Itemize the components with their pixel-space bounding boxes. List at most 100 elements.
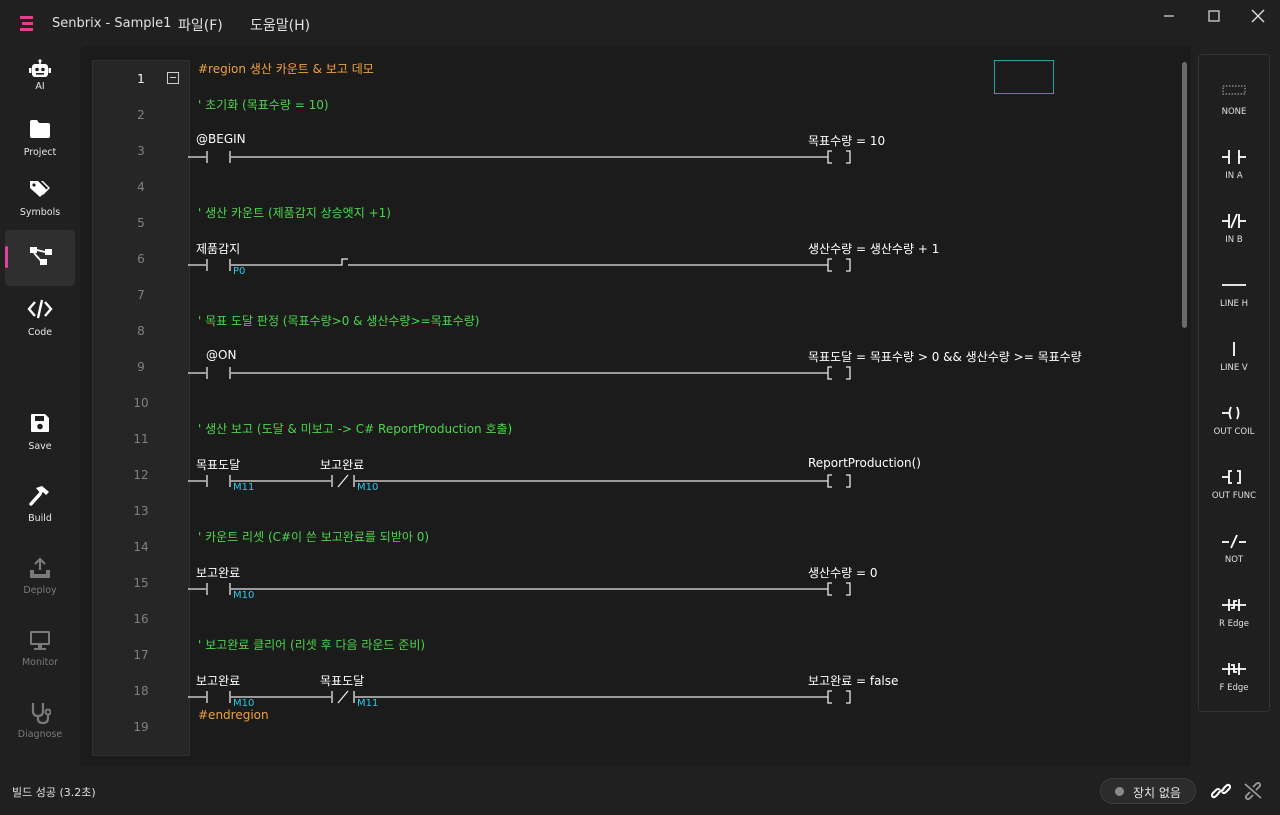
line-number: 17 [133, 648, 149, 662]
none-icon [1222, 85, 1246, 95]
not-icon [1222, 534, 1246, 549]
palette-label: IN A [1225, 171, 1243, 181]
palette-line-v[interactable]: LINE V [1199, 319, 1269, 383]
contact-address: M10 [233, 590, 255, 601]
line-number: 12 [133, 468, 149, 482]
stethoscope-icon [31, 703, 51, 725]
vertical-scrollbar[interactable] [1182, 62, 1187, 328]
window-title: Senbrix - Sample1 [52, 16, 172, 31]
output-expression[interactable]: 목표도달 = 목표수량 > 0 && 생산수량 >= 목표수량 [808, 348, 1082, 365]
line-number: 8 [137, 324, 145, 338]
contact-label[interactable]: 보고완료 [196, 672, 240, 689]
rung-comment[interactable]: ' 카운트 리셋 (C#이 쓴 보고완료를 되받아 0) [198, 528, 429, 545]
connection-dot-icon [1115, 787, 1124, 796]
line-number: 10 [133, 396, 149, 410]
status-bar: 빌드 성공 (3.2초) 장치 없음 [0, 767, 1280, 815]
palette-label: OUT FUNC [1211, 491, 1257, 501]
line-v-icon [1233, 342, 1235, 356]
sidebar-item-label: Save [28, 441, 52, 452]
line-number: 2 [137, 108, 145, 122]
robot-icon [29, 59, 51, 77]
folder-icon [30, 120, 50, 138]
line-number: 3 [137, 144, 145, 158]
link-icon[interactable] [1211, 782, 1231, 800]
line-number: 11 [133, 432, 149, 446]
rung-comment[interactable]: ' 초기화 (목표수량 = 10) [198, 96, 329, 113]
unlink-icon[interactable] [1243, 782, 1263, 800]
contact-label[interactable]: @BEGIN [196, 132, 246, 146]
sidebar-item-label: Monitor [21, 657, 59, 668]
palette-none[interactable]: NONE [1199, 63, 1269, 127]
palette-label: OUT COIL [1213, 427, 1255, 437]
contact-label[interactable]: @ON [206, 348, 236, 362]
tags-icon [30, 181, 50, 197]
ladder-canvas[interactable]: #region 생산 카운트 & 보고 데모 ' 초기화 (목표수량 = 10)… [188, 60, 1178, 754]
palette-line-h[interactable]: LINE H [1199, 255, 1269, 319]
rung-comment[interactable]: ' 생산 보고 (도달 & 미보고 -> C# ReportProduction… [198, 420, 512, 437]
line-number: 9 [137, 360, 145, 374]
sidebar-item-label: Code [27, 327, 53, 338]
line-number-gutter: 1 2 3 4 5 6 7 8 9 10 11 12 13 14 15 16 1… [92, 60, 190, 756]
palette-out-coil[interactable]: OUT COIL [1199, 383, 1269, 447]
minimize-icon[interactable] [1154, 8, 1184, 24]
contact-label[interactable]: 제품감지 [196, 240, 240, 257]
contact-label[interactable]: 목표도달 [320, 672, 364, 689]
menu-help[interactable]: 도움말(H) [250, 15, 310, 35]
sidebar-item-project[interactable]: Project [5, 110, 75, 166]
region-end: #endregion [198, 708, 269, 722]
output-expression[interactable]: 생산수량 = 생산수량 + 1 [808, 240, 939, 257]
falling-edge-icon [1222, 663, 1246, 675]
rung-comment[interactable]: ' 보고완료 클리어 (리셋 후 다음 라운드 준비) [198, 636, 425, 653]
line-number: 18 [133, 684, 149, 698]
output-expression[interactable]: ReportProduction() [808, 456, 921, 470]
line-number: 19 [133, 720, 149, 734]
palette-in-b[interactable]: IN B [1199, 191, 1269, 255]
maximize-icon[interactable] [1199, 8, 1229, 24]
rung-comment[interactable]: ' 생산 카운트 (제품감지 상승엣지 +1) [198, 204, 391, 221]
output-expression[interactable]: 목표수량 = 10 [808, 132, 885, 149]
code-icon [27, 299, 53, 319]
rung-comment[interactable]: ' 목표 도달 판정 (목표수량>0 & 생산수량>=목표수량) [198, 312, 479, 329]
out-coil-icon [1222, 406, 1240, 420]
contact-label[interactable]: 보고완료 [196, 564, 240, 581]
menu-file[interactable]: 파일(F) [178, 15, 223, 35]
palette-label: LINE H [1219, 299, 1249, 309]
rising-edge-icon [1222, 599, 1246, 611]
palette-r-edge[interactable]: R Edge [1199, 575, 1269, 639]
output-expression[interactable]: 생산수량 = 0 [808, 564, 877, 581]
contact-label[interactable]: 보고완료 [320, 456, 364, 473]
monitor-icon [30, 631, 50, 650]
palette-not[interactable]: NOT [1199, 511, 1269, 575]
output-expression[interactable]: 보고완료 = false [808, 672, 898, 689]
sidebar-item-code[interactable]: Code [5, 290, 75, 346]
device-selector[interactable]: 장치 없음 [1100, 778, 1196, 804]
contact-label[interactable]: 목표도달 [196, 456, 240, 473]
contact-address: M11 [233, 482, 255, 493]
palette-label: LINE V [1220, 363, 1248, 373]
palette-out-func[interactable]: OUT FUNC [1199, 447, 1269, 511]
sidebar-item-ai[interactable]: AI [5, 50, 75, 106]
line-number: 5 [137, 216, 145, 230]
palette-in-a[interactable]: IN A [1199, 127, 1269, 191]
diagram-icon [30, 247, 52, 265]
palette-label: IN B [1225, 235, 1243, 245]
deploy-button[interactable]: Deploy [5, 548, 75, 604]
title-bar: Senbrix - Sample1 파일(F) 도움말(H) [0, 0, 1280, 46]
upload-icon [30, 557, 50, 578]
sidebar-item-symbols[interactable]: Symbols [5, 170, 75, 226]
palette-label: R Edge [1219, 619, 1249, 629]
close-icon[interactable] [1243, 8, 1273, 24]
sidebar-item-ladder[interactable] [5, 230, 75, 286]
line-number: 14 [133, 540, 149, 554]
build-button[interactable]: Build [5, 476, 75, 532]
selection-cursor[interactable] [994, 60, 1054, 94]
line-number: 6 [137, 252, 145, 266]
monitor-button[interactable]: Monitor [5, 620, 75, 676]
sidebar-item-label: Diagnose [17, 729, 63, 740]
palette-f-edge[interactable]: F Edge [1199, 639, 1269, 703]
sidebar-item-label: Deploy [23, 585, 57, 596]
diagnose-button[interactable]: Diagnose [5, 692, 75, 748]
build-status: 빌드 성공 (3.2초) [12, 786, 96, 799]
fold-toggle-icon[interactable] [167, 72, 179, 84]
save-button[interactable]: Save [5, 404, 75, 460]
